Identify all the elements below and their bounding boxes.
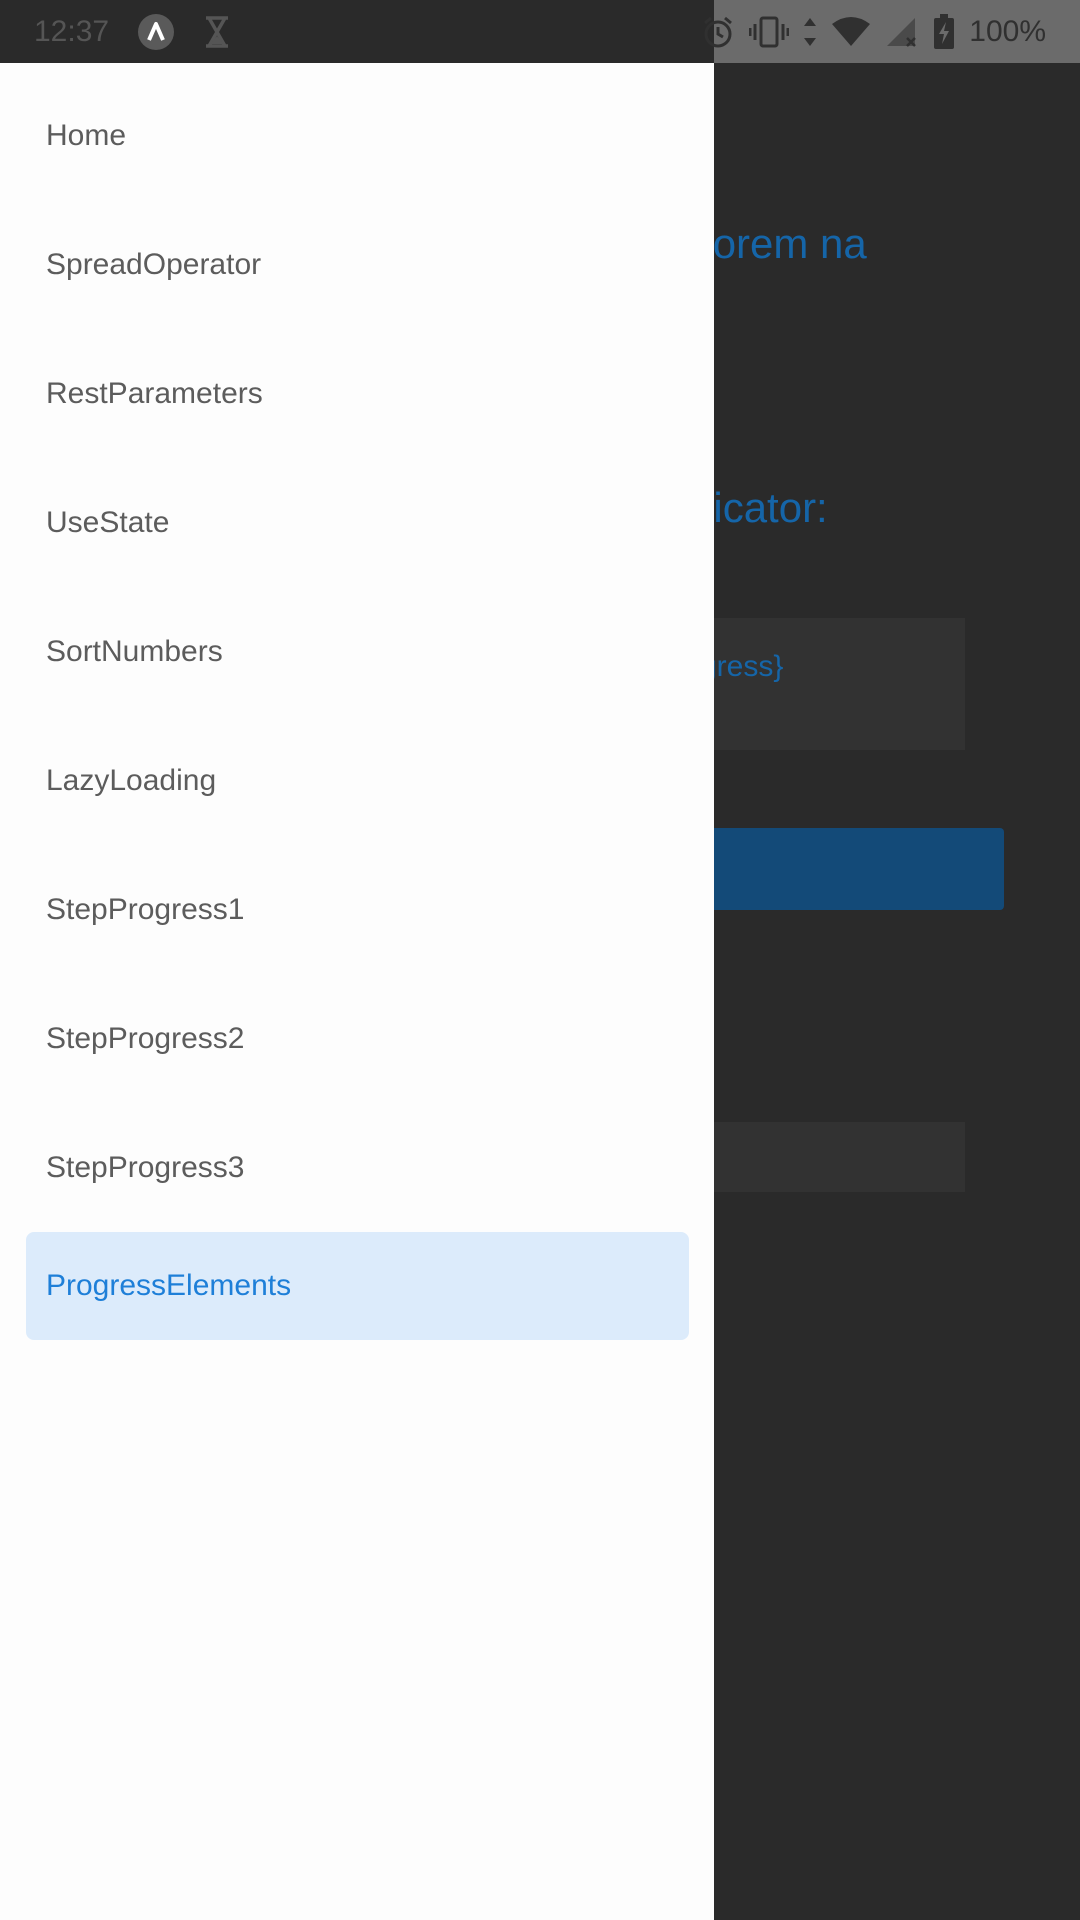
status-bar-right: 100% xyxy=(704,0,1080,63)
drawer-item-lazy-loading[interactable]: LazyLoading xyxy=(0,716,689,845)
drawer-item-spread-operator[interactable]: SpreadOperator xyxy=(0,200,689,329)
navigation-drawer: Home SpreadOperator RestParameters UseSt… xyxy=(0,63,714,1920)
signal-icon xyxy=(885,16,919,48)
status-bar: 12:37 100% xyxy=(0,0,1080,63)
status-bar-left: 12:37 xyxy=(0,0,714,63)
drawer-item-sort-numbers[interactable]: SortNumbers xyxy=(0,587,689,716)
drawer-item-progress-elements[interactable]: ProgressElements xyxy=(26,1232,689,1340)
wifi-icon xyxy=(831,16,871,48)
drawer-item-step-progress-2[interactable]: StepProgress2 xyxy=(0,974,689,1103)
hourglass-icon xyxy=(203,15,231,48)
alarm-icon xyxy=(701,15,735,49)
app-notification-icon xyxy=(137,13,175,51)
drawer-item-rest-parameters[interactable]: RestParameters xyxy=(0,329,689,458)
battery-charging-icon xyxy=(933,13,955,50)
drawer-item-step-progress-3[interactable]: StepProgress3 xyxy=(0,1103,689,1232)
drawer-item-step-progress-1[interactable]: StepProgress1 xyxy=(0,845,689,974)
status-time: 12:37 xyxy=(34,14,110,48)
drawer-list: Home SpreadOperator RestParameters UseSt… xyxy=(0,63,714,1340)
drawer-item-home[interactable]: Home xyxy=(0,71,689,200)
data-arrows-icon xyxy=(803,16,817,48)
drawer-item-use-state[interactable]: UseState xyxy=(0,458,689,587)
vibrate-icon xyxy=(749,16,790,48)
battery-percent: 100% xyxy=(969,14,1046,48)
